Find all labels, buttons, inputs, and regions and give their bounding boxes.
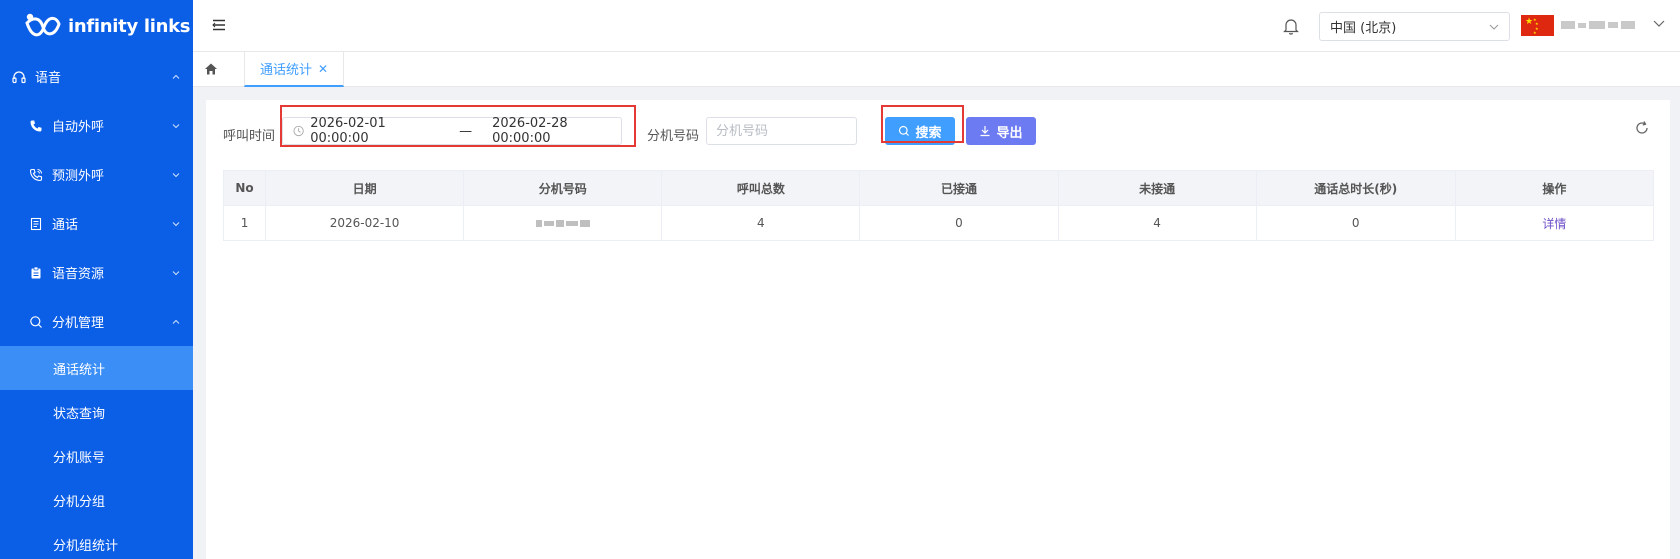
- call-statistics-table: No 日期 分机号码 呼叫总数 已接通 未接通 通话总时长(秒) 操作 1 20…: [222, 170, 1655, 241]
- column-header-actions[interactable]: 操作: [1454, 170, 1655, 206]
- start-date-value[interactable]: 2026-02-01 00:00:00: [310, 116, 439, 146]
- date-separator: —: [459, 123, 473, 139]
- china-flag-icon: ★ ★ ★ ★ ★: [1521, 15, 1554, 36]
- sidebar-item-predictive-dial[interactable]: 预测外呼: [0, 150, 193, 199]
- search-icon: [899, 125, 910, 136]
- sidebar-item-extension-groups[interactable]: 分机分组: [0, 478, 193, 522]
- sidebar-item-label: 预测外呼: [52, 169, 105, 184]
- export-button[interactable]: 导出: [966, 117, 1036, 145]
- phone-forward-icon: [28, 167, 44, 183]
- user-name-redacted[interactable]: [1561, 18, 1643, 32]
- logo[interactable]: infinity links: [0, 0, 193, 52]
- column-header-date[interactable]: 日期: [265, 170, 465, 206]
- sidebar-item-voice-resources[interactable]: 语音资源: [0, 248, 193, 297]
- sidebar-item-calls[interactable]: 通话: [0, 199, 193, 248]
- cell-no: 1: [222, 205, 267, 241]
- cell-date: 2026-02-10: [265, 205, 465, 241]
- column-header-missed[interactable]: 未接通: [1057, 170, 1257, 206]
- sidebar-item-auto-dial[interactable]: 自动外呼: [0, 101, 193, 150]
- clipboard-icon: [28, 265, 44, 281]
- chevron-up-icon: [172, 319, 180, 324]
- brand-name: infinity links: [68, 15, 191, 37]
- extension-label: 分机号码: [647, 129, 700, 144]
- top-header: 中国 (北京) ★ ★ ★ ★ ★: [193, 0, 1680, 52]
- column-header-total-calls[interactable]: 呼叫总数: [661, 170, 861, 206]
- sidebar-item-extension-management[interactable]: 分机管理: [0, 297, 193, 346]
- sidebar-item-label: 语音: [35, 71, 62, 86]
- logo-mark-icon: [25, 13, 61, 37]
- chevron-down-icon: [172, 221, 180, 226]
- column-header-duration[interactable]: 通话总时长(秒): [1255, 170, 1456, 206]
- column-header-extension[interactable]: 分机号码: [463, 170, 663, 206]
- refresh-icon[interactable]: [1634, 120, 1650, 136]
- tab-call-statistics[interactable]: 通话统计 ✕: [244, 52, 344, 87]
- sidebar-item-label: 语音资源: [52, 267, 105, 282]
- chevron-down-icon: [1489, 24, 1499, 30]
- tab-label: 通话统计: [259, 63, 312, 78]
- details-link[interactable]: 详情: [1542, 217, 1566, 231]
- search-button[interactable]: 搜索: [885, 117, 955, 145]
- column-header-no[interactable]: No: [222, 170, 267, 206]
- phone-icon: [28, 118, 44, 134]
- cell-missed: 4: [1057, 205, 1257, 241]
- sidebar-item-status-query[interactable]: 状态查询: [0, 390, 193, 434]
- menu-toggle-icon[interactable]: [212, 18, 226, 32]
- document-icon: [28, 216, 44, 232]
- cell-total-calls: 4: [661, 205, 861, 241]
- export-button-label: 导出: [996, 124, 1023, 140]
- sidebar-item-extension-accounts[interactable]: 分机账号: [0, 434, 193, 478]
- table-header-row: No 日期 分机号码 呼叫总数 已接通 未接通 通话总时长(秒) 操作: [222, 170, 1655, 206]
- tabs-bar: 通话统计 ✕: [193, 52, 1680, 87]
- clock-icon: [293, 125, 304, 137]
- region-select[interactable]: 中国 (北京): [1319, 12, 1510, 41]
- cell-connected: 0: [859, 205, 1059, 241]
- sidebar: infinity links 语音 自动外呼 预测外呼 通话 语音资源 分机管理…: [0, 0, 193, 559]
- cell-duration: 0: [1255, 205, 1456, 241]
- region-select-value: 中国 (北京): [1330, 21, 1397, 36]
- call-time-label: 呼叫时间: [223, 129, 276, 144]
- sidebar-item-voice[interactable]: 语音: [0, 52, 193, 101]
- chevron-up-icon: [172, 74, 180, 79]
- download-icon: [980, 126, 990, 137]
- home-icon[interactable]: [203, 61, 219, 77]
- extension-input[interactable]: [706, 117, 857, 145]
- date-range-picker[interactable]: 2026-02-01 00:00:00 — 2026-02-28 00:00:0…: [282, 116, 622, 146]
- sidebar-menu: 语音 自动外呼 预测外呼 通话 语音资源 分机管理 通话统计 状态查询 分机账号…: [0, 52, 193, 559]
- chevron-down-icon: [172, 270, 180, 275]
- chevron-down-icon: [172, 172, 180, 177]
- column-header-connected[interactable]: 已接通: [859, 170, 1059, 206]
- sidebar-item-label: 通话: [52, 218, 79, 233]
- main-panel: 呼叫时间 2026-02-01 00:00:00 — 2026-02-28 00…: [206, 100, 1670, 559]
- sidebar-item-label: 分机管理: [52, 316, 105, 331]
- bell-icon[interactable]: [1283, 17, 1299, 35]
- chevron-down-icon[interactable]: [1653, 20, 1665, 28]
- end-date-value[interactable]: 2026-02-28 00:00:00: [492, 116, 621, 146]
- cell-extension-redacted: [463, 205, 663, 241]
- sidebar-item-call-statistics[interactable]: 通话统计: [0, 346, 193, 390]
- sidebar-item-group-statistics[interactable]: 分机组统计: [0, 522, 193, 559]
- search-icon: [28, 314, 44, 330]
- chevron-down-icon: [172, 123, 180, 128]
- redacted-extension: [535, 220, 590, 227]
- table-row: 1 2026-02-10 4 0 4 0 详情: [222, 205, 1655, 241]
- sidebar-item-label: 自动外呼: [52, 120, 105, 135]
- close-icon[interactable]: ✕: [318, 62, 328, 76]
- search-button-label: 搜索: [915, 124, 942, 140]
- headset-icon: [11, 69, 27, 85]
- cell-actions: 详情: [1454, 205, 1655, 241]
